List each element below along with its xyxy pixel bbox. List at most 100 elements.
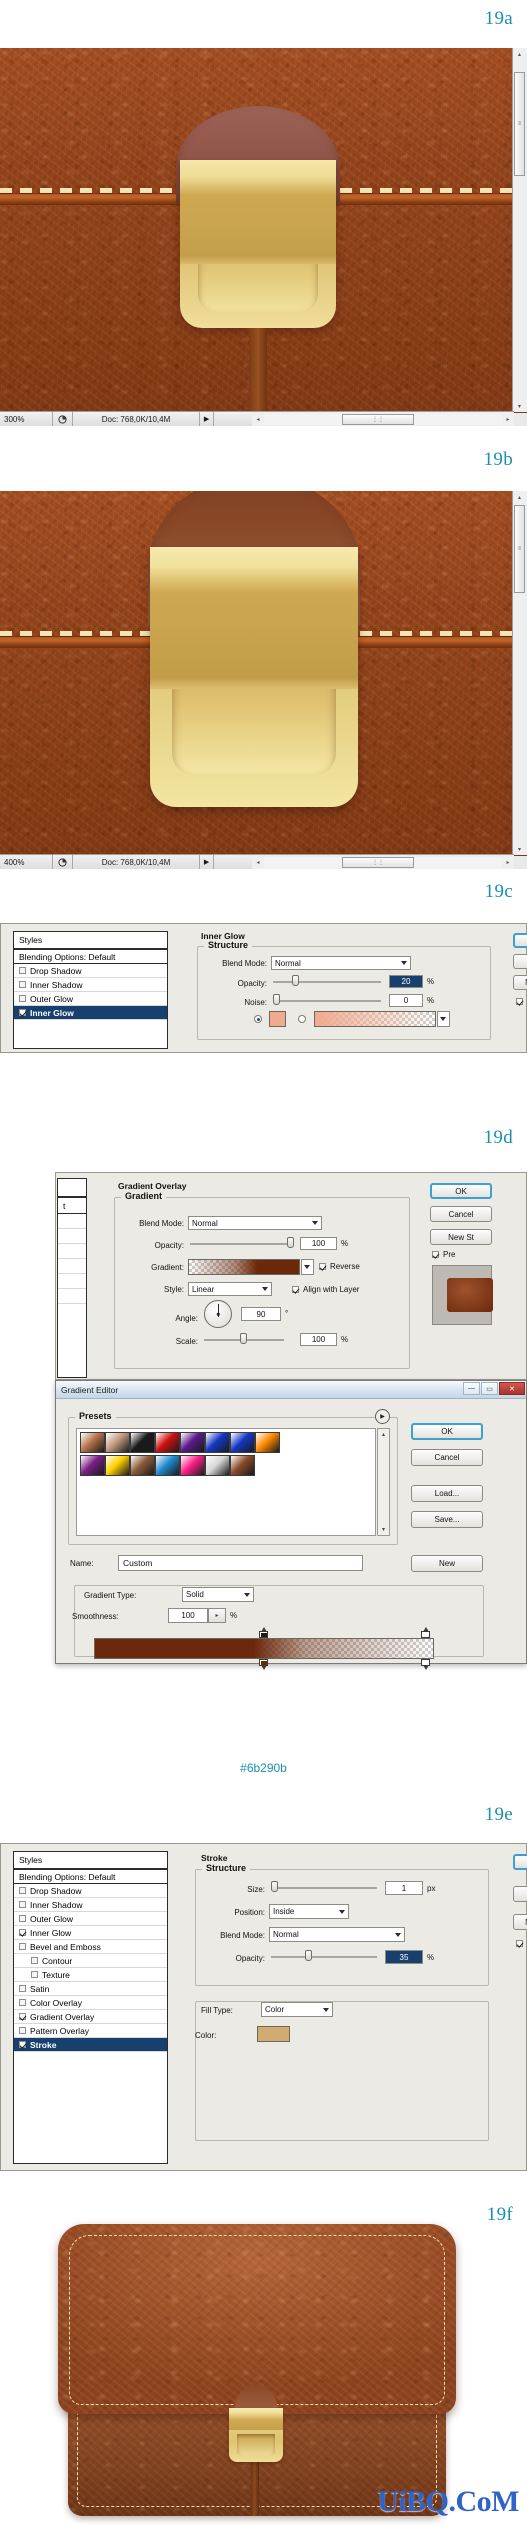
- blend-mode-dropdown-d[interactable]: Normal: [188, 1216, 322, 1230]
- style-dropdown-d[interactable]: Linear: [188, 1282, 272, 1296]
- effect-checkbox-icon[interactable]: [19, 2027, 26, 2034]
- effect-checkbox-icon[interactable]: [19, 1915, 26, 1922]
- gradient-preset-swatch[interactable]: [130, 1432, 155, 1453]
- effect-checkbox-icon[interactable]: [19, 995, 26, 1002]
- gradient-preset-swatch[interactable]: [230, 1432, 255, 1453]
- vertical-scrollbar-b[interactable]: ▴ ≡ ▾: [512, 491, 527, 855]
- preview-checkbox-d[interactable]: Pre: [432, 1250, 455, 1259]
- gradient-preset-swatch[interactable]: [80, 1455, 105, 1476]
- gradient-preset-swatch[interactable]: [205, 1432, 230, 1453]
- effects-row-d2[interactable]: [58, 1229, 86, 1244]
- gradient-editor-ok-button[interactable]: OK: [411, 1423, 483, 1440]
- blending-options-row-c[interactable]: Blending Options: Default: [14, 950, 167, 964]
- opacity-input-d[interactable]: 100: [300, 1237, 337, 1250]
- gradient-ramp[interactable]: [94, 1638, 434, 1659]
- effect-row-inner-shadow[interactable]: Inner Shadow: [14, 1898, 167, 1912]
- opacity-input-e[interactable]: 35: [385, 1950, 423, 1964]
- document-icon-b[interactable]: [53, 855, 73, 869]
- angle-input-d[interactable]: 90: [241, 1307, 281, 1321]
- presets-pane[interactable]: [76, 1428, 376, 1536]
- gradient-opacity-stop-end[interactable]: [421, 1627, 430, 1638]
- vertical-scroll-thumb-a[interactable]: ≡: [514, 72, 525, 176]
- gradient-editor-new-button[interactable]: New: [411, 1555, 483, 1572]
- gradient-editor-cancel-button[interactable]: Cancel: [411, 1449, 483, 1466]
- scroll-up-button-b[interactable]: ▴: [513, 491, 526, 503]
- reverse-checkbox-d[interactable]: Reverse: [319, 1262, 360, 1271]
- gradient-editor-load-button[interactable]: Load...: [411, 1485, 483, 1502]
- new-style-button-e[interactable]: N: [513, 1914, 527, 1930]
- effect-checkbox-icon[interactable]: [19, 1009, 26, 1016]
- blending-options-row-d[interactable]: t: [58, 1198, 86, 1214]
- effects-row-d5[interactable]: [58, 1274, 86, 1289]
- blending-options-row-e[interactable]: Blending Options: Default: [14, 1870, 167, 1884]
- gradient-editor-titlebar[interactable]: Gradient Editor — ▭ ✕: [56, 1381, 526, 1399]
- hscroll-track-a[interactable]: ⋮⋮: [264, 413, 502, 425]
- glow-gradient-radio-c[interactable]: [298, 1015, 306, 1023]
- status-menu-arrow-b[interactable]: ▶: [200, 855, 214, 869]
- noise-input-c[interactable]: 0: [389, 994, 423, 1007]
- resize-grip-b[interactable]: [514, 856, 527, 869]
- opacity-input-c[interactable]: 20: [389, 975, 423, 988]
- stroke-color-swatch-e[interactable]: [257, 2026, 290, 2042]
- gradient-preview-d[interactable]: [188, 1259, 300, 1275]
- horizontal-scroll-thumb-a[interactable]: ⋮⋮: [342, 413, 414, 425]
- scale-slider-knob-d[interactable]: [240, 1333, 247, 1344]
- zoom-level-a[interactable]: 300%: [0, 412, 53, 426]
- opacity-slider-knob-c[interactable]: [292, 975, 299, 986]
- scroll-right-button-b[interactable]: ▸: [502, 856, 514, 868]
- gradient-preset-swatch[interactable]: [205, 1455, 230, 1476]
- effect-row-satin[interactable]: Satin: [14, 1982, 167, 1996]
- size-input-e[interactable]: 1: [385, 1881, 423, 1895]
- gradient-editor-save-button[interactable]: Save...: [411, 1511, 483, 1528]
- size-slider-knob-e[interactable]: [271, 1881, 278, 1892]
- resize-grip-a[interactable]: [514, 413, 527, 426]
- effect-row-contour[interactable]: Contour: [14, 1954, 167, 1968]
- glow-gradient-dropdown-c[interactable]: [437, 1011, 450, 1027]
- gradient-preset-swatch[interactable]: [180, 1432, 205, 1453]
- maximize-button[interactable]: ▭: [481, 1382, 498, 1395]
- cancel-button-d[interactable]: Cancel: [430, 1206, 492, 1222]
- effect-checkbox-icon[interactable]: [19, 1943, 26, 1950]
- effect-checkbox-icon[interactable]: [19, 1999, 26, 2006]
- hscroll-track-b[interactable]: ⋮⋮: [264, 856, 502, 868]
- effect-row-stroke[interactable]: Stroke: [14, 2038, 167, 2052]
- effect-checkbox-icon[interactable]: [19, 1887, 26, 1894]
- opacity-slider-e[interactable]: [271, 1950, 377, 1962]
- effect-checkbox-icon[interactable]: [19, 981, 26, 988]
- fill-type-dropdown-e[interactable]: Color: [261, 2002, 333, 2017]
- blend-mode-dropdown-c[interactable]: Normal: [271, 956, 411, 970]
- smoothness-stepper[interactable]: ▸: [208, 1608, 226, 1623]
- gradient-preset-swatch[interactable]: [155, 1455, 180, 1476]
- scale-slider-d[interactable]: [204, 1333, 284, 1345]
- new-style-button-c[interactable]: N: [513, 975, 527, 990]
- effects-row-d4[interactable]: [58, 1259, 86, 1274]
- effect-row-pattern-overlay[interactable]: Pattern Overlay: [14, 2024, 167, 2038]
- effect-row-texture[interactable]: Texture: [14, 1968, 167, 1982]
- minimize-button[interactable]: —: [463, 1382, 480, 1395]
- new-style-button-d[interactable]: New St: [430, 1229, 492, 1245]
- effect-row-bevel-and-emboss[interactable]: Bevel and Emboss: [14, 1940, 167, 1954]
- gradient-color-stop-mid[interactable]: [259, 1659, 268, 1670]
- glow-color-swatch-c[interactable]: [269, 1011, 286, 1027]
- effect-row-color-overlay[interactable]: Color Overlay: [14, 1996, 167, 2010]
- gradient-dropdown-d[interactable]: [301, 1259, 314, 1275]
- opacity-slider-knob-d[interactable]: [287, 1237, 294, 1248]
- horizontal-scrollbar-b[interactable]: ◂ ⋮⋮ ▸: [252, 854, 514, 869]
- glow-color-radio-c[interactable]: [254, 1015, 262, 1023]
- ok-button-c[interactable]: [513, 933, 527, 948]
- effect-row-outer-glow[interactable]: Outer Glow: [14, 992, 167, 1006]
- effects-row-d1[interactable]: [58, 1214, 86, 1229]
- gradient-preset-swatch[interactable]: [130, 1455, 155, 1476]
- preview-check-box-icon-d[interactable]: [432, 1251, 439, 1258]
- cancel-button-c[interactable]: [513, 954, 527, 969]
- angle-dial-d[interactable]: [204, 1300, 232, 1328]
- effect-row-inner-shadow[interactable]: Inner Shadow: [14, 978, 167, 992]
- gradient-type-dropdown[interactable]: Solid: [182, 1587, 254, 1602]
- effect-checkbox-icon[interactable]: [31, 1957, 38, 1964]
- effect-row-drop-shadow[interactable]: Drop Shadow: [14, 964, 167, 978]
- horizontal-scrollbar-a[interactable]: ◂ ⋮⋮ ▸: [252, 411, 514, 426]
- document-icon-a[interactable]: [53, 412, 73, 426]
- glow-gradient-preview-c[interactable]: [314, 1011, 436, 1027]
- opacity-slider-d[interactable]: [190, 1237, 294, 1249]
- effect-row-drop-shadow[interactable]: Drop Shadow: [14, 1884, 167, 1898]
